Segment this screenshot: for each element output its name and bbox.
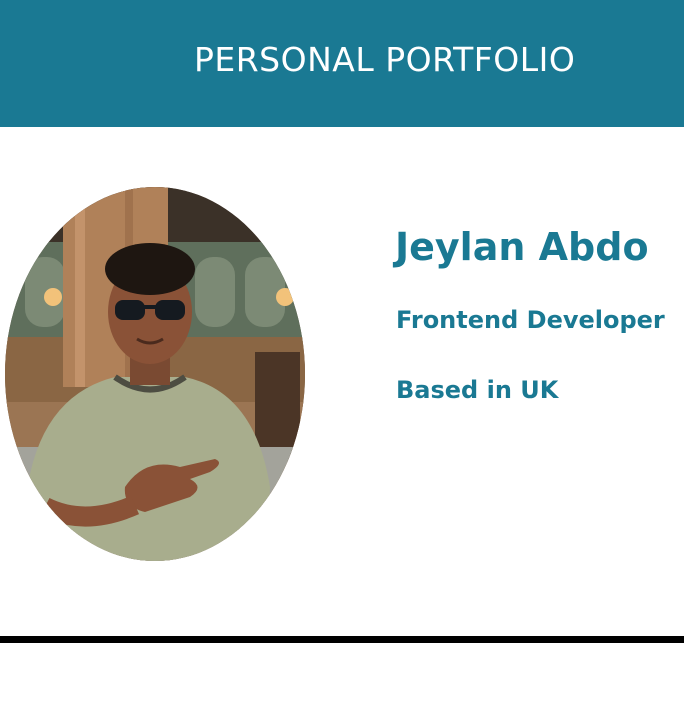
header-bar: PERSONAL PORTFOLIO [0, 0, 684, 127]
profile-location: Based in UK [396, 376, 559, 404]
portfolio-page: PERSONAL PORTFOLIO Jeylan Abdo Frontend … [0, 0, 684, 719]
section-divider [0, 636, 684, 643]
profile-name: Jeylan Abdo [395, 225, 649, 269]
profile-role: Frontend Developer [396, 306, 665, 334]
page-title: PERSONAL PORTFOLIO [194, 40, 576, 79]
profile-photo [5, 187, 305, 561]
